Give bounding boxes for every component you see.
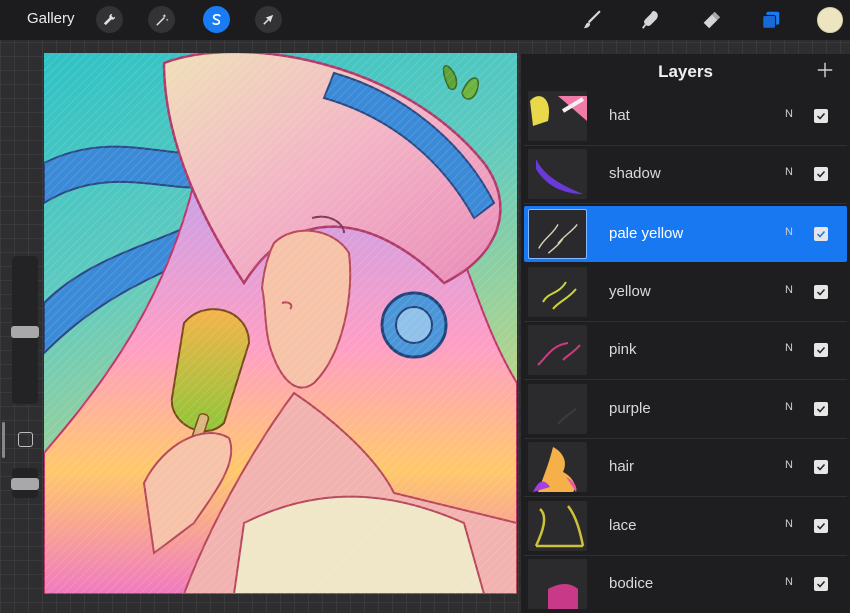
visibility-checkbox[interactable] bbox=[814, 519, 828, 533]
layer-thumbnail bbox=[528, 149, 587, 199]
layer-row-pink[interactable]: pink N bbox=[524, 322, 847, 378]
layer-row-bodice[interactable]: bodice N bbox=[524, 556, 847, 612]
layer-row-pale-yellow[interactable]: pale yellow N bbox=[524, 206, 847, 262]
layer-name: purple bbox=[609, 400, 651, 417]
selection-s-icon[interactable] bbox=[203, 6, 230, 33]
layer-name: hair bbox=[609, 458, 635, 475]
artwork-illustration bbox=[44, 53, 517, 594]
layer-thumbnail bbox=[528, 501, 587, 551]
blend-mode-button[interactable]: N bbox=[785, 284, 793, 296]
layer-name: hat bbox=[609, 107, 630, 124]
sidebar-handle[interactable] bbox=[2, 422, 5, 458]
left-sidebar bbox=[9, 256, 40, 498]
top-toolbar: Gallery bbox=[0, 0, 850, 40]
layer-thumbnail bbox=[528, 267, 587, 317]
layer-thumbnail bbox=[528, 209, 587, 259]
brush-size-slider[interactable] bbox=[11, 256, 39, 404]
visibility-checkbox[interactable] bbox=[814, 227, 828, 241]
brush-size-thumb[interactable] bbox=[11, 326, 39, 338]
brush-icon[interactable] bbox=[578, 6, 606, 34]
layer-divider bbox=[524, 203, 847, 204]
layers-panel-title: Layers bbox=[658, 62, 713, 81]
visibility-checkbox[interactable] bbox=[814, 577, 828, 591]
blend-mode-button[interactable]: N bbox=[785, 166, 793, 178]
layer-thumbnail bbox=[528, 442, 587, 492]
layer-row-yellow[interactable]: yellow N bbox=[524, 264, 847, 320]
blend-mode-button[interactable]: N bbox=[785, 459, 793, 471]
color-picker-swatch[interactable] bbox=[817, 7, 843, 33]
layers-panel: Layers hat N shadow N pale yellow N yell… bbox=[521, 54, 850, 613]
layer-thumbnail bbox=[528, 325, 587, 375]
layers-icon[interactable] bbox=[757, 6, 785, 34]
layer-thumbnail bbox=[528, 559, 587, 609]
layer-divider bbox=[524, 379, 847, 380]
layer-row-purple[interactable]: purple N bbox=[524, 381, 847, 437]
layer-thumbnail bbox=[528, 384, 587, 434]
smudge-icon[interactable] bbox=[637, 6, 665, 34]
layer-row-hair[interactable]: hair N bbox=[524, 439, 847, 495]
plus-icon[interactable] bbox=[813, 58, 837, 82]
layer-name: pale yellow bbox=[609, 225, 684, 242]
layer-name: pink bbox=[609, 341, 637, 358]
gallery-button[interactable]: Gallery bbox=[27, 10, 75, 27]
visibility-checkbox[interactable] bbox=[814, 109, 828, 123]
visibility-checkbox[interactable] bbox=[814, 285, 828, 299]
blend-mode-button[interactable]: N bbox=[785, 226, 793, 238]
layer-row-lace[interactable]: lace N bbox=[524, 498, 847, 554]
eraser-icon[interactable] bbox=[697, 6, 725, 34]
transform-arrow-icon[interactable] bbox=[255, 6, 282, 33]
modify-button[interactable] bbox=[18, 432, 33, 447]
blend-mode-button[interactable]: N bbox=[785, 342, 793, 354]
visibility-checkbox[interactable] bbox=[814, 402, 828, 416]
layer-row-shadow[interactable]: shadow N bbox=[524, 146, 847, 202]
layer-thumbnail bbox=[528, 91, 587, 141]
artwork-canvas[interactable] bbox=[44, 53, 517, 594]
blend-mode-button[interactable]: N bbox=[785, 518, 793, 530]
wrench-icon[interactable] bbox=[96, 6, 123, 33]
opacity-slider[interactable] bbox=[11, 468, 39, 498]
layer-name: lace bbox=[609, 517, 637, 534]
visibility-checkbox[interactable] bbox=[814, 460, 828, 474]
layer-divider bbox=[524, 496, 847, 497]
magic-wand-icon[interactable] bbox=[148, 6, 175, 33]
visibility-checkbox[interactable] bbox=[814, 343, 828, 357]
opacity-thumb[interactable] bbox=[11, 478, 39, 490]
layer-name: bodice bbox=[609, 575, 654, 592]
layer-name: shadow bbox=[609, 165, 661, 182]
blend-mode-button[interactable]: N bbox=[785, 108, 793, 120]
visibility-checkbox[interactable] bbox=[814, 167, 828, 181]
layer-row-hat[interactable]: hat N bbox=[524, 88, 847, 144]
blend-mode-button[interactable]: N bbox=[785, 401, 793, 413]
blend-mode-button[interactable]: N bbox=[785, 576, 793, 588]
layer-name: yellow bbox=[609, 283, 651, 300]
